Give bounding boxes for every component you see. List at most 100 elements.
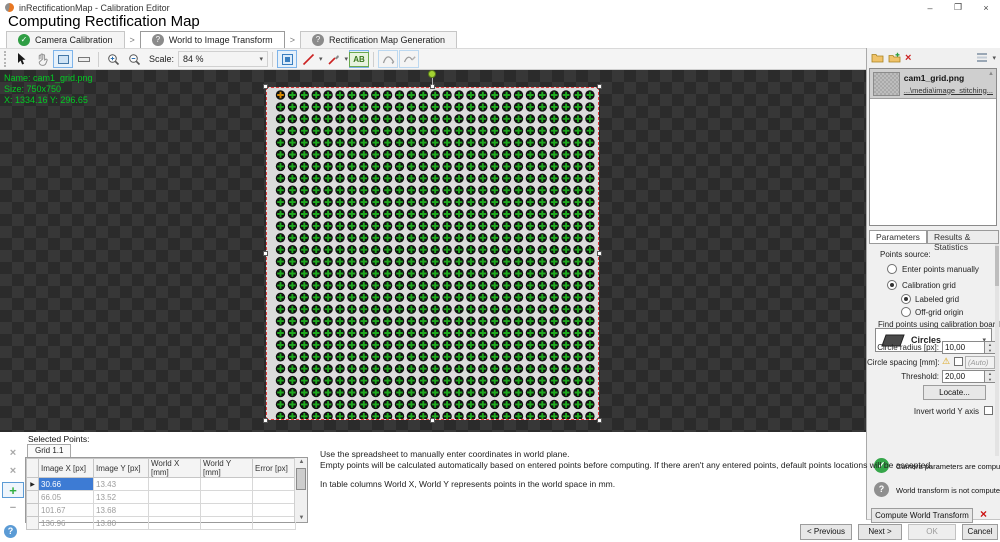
table-row[interactable]: 101.6713.68 [27,504,296,517]
table-row[interactable]: 136.9613.80 [27,517,296,530]
file-path-link[interactable]: ...\media\image_stitching... [904,86,993,95]
chevron-down-icon: ▾ [260,55,264,63]
radio-labeled-grid[interactable] [901,294,911,304]
threshold-input[interactable]: 20,00 [942,370,985,383]
column-header[interactable]: Image Y [px] [94,459,149,478]
scrollbar-thumb [296,468,306,490]
ab-labels-icon: AB [349,52,369,67]
chevron-icon: > [125,31,140,48]
chevron-icon: > [285,31,300,48]
ok-button[interactable]: OK [908,524,956,540]
fit-icon [281,53,294,66]
column-header[interactable]: Error [px] [253,459,296,478]
question-icon: ? [312,34,324,46]
chevron-down-icon[interactable]: ▾ [345,55,349,63]
selection-handle[interactable] [597,418,602,423]
line-tool-button[interactable] [298,50,318,68]
labels-toggle-button[interactable]: AB [349,50,369,68]
circle-radius-input[interactable]: 10,00 [942,341,985,354]
folder-icon [871,52,884,63]
column-header[interactable]: Image X [px] [39,459,94,478]
table-scrollbar[interactable]: ▲ ▼ [294,458,307,522]
toolbar-separator [373,52,374,67]
cancel-button[interactable]: Cancel [962,524,998,540]
open-image-button[interactable] [871,52,884,65]
next-button[interactable]: Next > [858,524,902,540]
selection-handle[interactable] [430,418,435,423]
flat-rectangle-tool-button[interactable] [74,50,94,68]
calibration-grid-image[interactable] [266,87,599,420]
region-select-tool-button[interactable] [53,50,73,68]
zoom-in-icon [107,53,120,66]
scale-value: 84 % [183,54,204,64]
points-table[interactable]: Image X [px] Image Y [px] World X [mm] W… [25,457,308,523]
help-icon[interactable]: ? [4,525,17,538]
rotation-handle[interactable] [428,70,436,78]
tab-camera-calibration[interactable]: ✓ Camera Calibration [6,31,125,48]
column-header[interactable]: World X [mm] [149,459,201,478]
canvas-toolbar: Scale: 84 % ▾ ▾ ▾ AB [0,48,866,70]
locate-button[interactable]: Locate... [923,385,986,400]
chevron-down-icon[interactable]: ▾ [992,54,996,62]
maximize-button[interactable]: ❐ [944,0,972,15]
compute-world-transform-button[interactable]: Compute World Transform [871,508,973,523]
previous-button[interactable]: < Previous [800,524,852,540]
circle-spacing-checkbox[interactable] [954,357,963,366]
points-source-label: Points source: [880,250,931,259]
rectangle-select-icon [57,54,70,65]
curve-tool-button[interactable] [378,50,398,68]
selection-handle[interactable] [263,84,268,89]
column-header[interactable]: World Y [mm] [201,459,253,478]
selection-handle[interactable] [263,251,268,256]
scroll-up-icon[interactable]: ▲ [988,71,994,77]
curve-pencil-icon [403,53,416,65]
tab-rectification-map-generation[interactable]: ? Rectification Map Generation [300,31,457,48]
warning-icon: ⚠ [942,356,950,367]
pan-tool-button[interactable] [32,50,52,68]
table-row[interactable]: ▶30.6613.43 [27,478,296,491]
panel-scrollbar-thumb[interactable] [995,246,999,286]
draw-tool-button[interactable] [324,50,344,68]
zoom-out-icon [128,53,141,66]
tab-world-to-image-transform[interactable]: ? World to Image Transform [140,31,285,48]
zoom-in-button[interactable] [103,50,123,68]
remove-image-button[interactable]: × [905,53,911,63]
invert-world-y-checkbox[interactable] [984,406,993,415]
edit-curve-tool-button[interactable] [399,50,419,68]
chevron-down-icon[interactable]: ▾ [319,55,323,63]
list-item[interactable]: cam1_grid.png ...\media\image_stitching.… [870,69,996,99]
minimize-button[interactable]: – [916,0,944,15]
radio-enter-points-manually[interactable] [887,264,897,274]
scroll-up-icon: ▲ [295,459,308,465]
clear-point-button[interactable]: × [2,463,24,479]
tab-results-statistics[interactable]: Results & Statistics [927,230,999,243]
toolbar-separator [98,52,99,67]
clear-all-points-button[interactable]: × [2,445,24,461]
add-image-button[interactable] [888,52,901,65]
image-file-list[interactable]: cam1_grid.png ...\media\image_stitching.… [869,68,997,226]
question-icon: ? [152,34,164,46]
table-row[interactable]: 66.0513.52 [27,491,296,504]
selection-handle[interactable] [597,84,602,89]
view-mode-button[interactable] [976,52,988,64]
scale-combo[interactable]: 84 % ▾ [178,51,268,67]
rotation-handle-line [432,77,433,85]
radio-offgrid-origin[interactable] [901,307,911,317]
selection-handle[interactable] [597,251,602,256]
radio-label: Calibration grid [902,281,956,290]
remove-point-button[interactable]: − [2,500,24,516]
selection-handle[interactable] [263,418,268,423]
circle-radius-label: Circle radius [px]: [867,343,939,352]
radio-calibration-grid[interactable] [887,280,897,290]
add-point-button[interactable]: + [2,482,24,498]
fit-to-window-button[interactable] [277,50,297,68]
circle-spacing-input[interactable]: (Auto) [965,356,995,369]
close-button[interactable]: × [972,0,1000,15]
image-canvas[interactable]: Name: cam1_grid.png Size: 750x750 X: 133… [0,70,866,432]
help-line-1: Use the spreadsheet to manually enter co… [320,449,990,460]
grid-tab[interactable]: Grid 1.1 [27,444,71,457]
zoom-out-button[interactable] [124,50,144,68]
tab-parameters[interactable]: Parameters [869,230,927,243]
curve-icon [382,53,395,65]
cursor-tool-button[interactable] [11,50,31,68]
